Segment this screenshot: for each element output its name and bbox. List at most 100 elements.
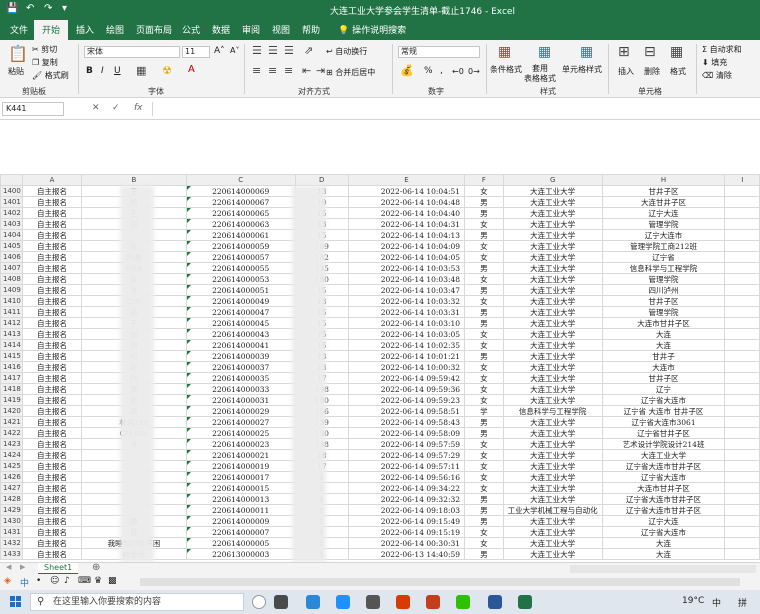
cell-gender[interactable]: 女 — [464, 185, 504, 197]
row-header[interactable]: 1433 — [0, 548, 23, 560]
cell-empty[interactable] — [724, 405, 760, 417]
cell-id[interactable]: 220614000069 — [185, 185, 296, 197]
cell-time[interactable]: 2022-06-14 09:57:11 — [347, 460, 466, 472]
column-header[interactable]: F — [464, 174, 504, 186]
format-cells-icon[interactable]: ▦ — [670, 44, 683, 60]
cell-gender[interactable]: 男 — [464, 207, 504, 219]
ime-logo-icon[interactable]: ◈ — [4, 576, 11, 586]
cut-button[interactable]: ✂ 剪切 — [32, 44, 57, 55]
cell-address[interactable]: 甘井子区 — [601, 185, 726, 197]
row-header[interactable]: 1425 — [0, 460, 23, 472]
cell-time[interactable]: 2022-06-14 10:03:05 — [347, 328, 466, 340]
column-header[interactable]: A — [21, 174, 83, 186]
cell-empty[interactable] — [724, 537, 760, 549]
cell-school[interactable]: 大连工业大学 — [502, 207, 603, 219]
cell-school[interactable]: 大连工业大学 — [502, 372, 603, 384]
cell-id[interactable]: 220614000045 — [185, 317, 296, 329]
cell-empty[interactable] — [724, 273, 760, 285]
cell-school[interactable]: 大连工业大学 — [502, 526, 603, 538]
cell-id[interactable]: 220614000049 — [185, 295, 296, 307]
cell-school[interactable]: 大连工业大学 — [502, 295, 603, 307]
autosum-button[interactable]: Σ 自动求和 — [702, 44, 742, 55]
column-header[interactable]: C — [185, 174, 296, 186]
edge-icon[interactable] — [306, 595, 320, 609]
cell-id[interactable]: 220614000067 — [185, 196, 296, 208]
cell-gender[interactable]: 男 — [464, 284, 504, 296]
cell-id[interactable]: 220614000029 — [185, 405, 296, 417]
cell-empty[interactable] — [724, 306, 760, 318]
cell-school[interactable]: 大连工业大学 — [502, 383, 603, 395]
align-middle-icon[interactable]: ☰ — [268, 44, 278, 57]
name-box[interactable]: K441 — [2, 102, 64, 116]
format-as-table-icon[interactable]: ▦ — [538, 44, 551, 60]
cell-school[interactable]: 大连工业大学 — [502, 284, 603, 296]
cell-gender[interactable]: 女 — [464, 438, 504, 450]
cell-time[interactable]: 2022-06-14 10:04:40 — [347, 207, 466, 219]
row-header[interactable]: 1417 — [0, 372, 23, 384]
cell-gender[interactable]: 男 — [464, 504, 504, 516]
cell-id[interactable]: 220614000055 — [185, 262, 296, 274]
cell-time[interactable]: 2022-06-14 10:04:05 — [347, 251, 466, 263]
row-header[interactable]: 1406 — [0, 251, 23, 263]
cortana-icon[interactable] — [252, 595, 266, 609]
cell-time[interactable]: 2022-06-14 09:58:09 — [347, 427, 466, 439]
cell-gender[interactable]: 男 — [464, 229, 504, 241]
row-header[interactable]: 1421 — [0, 416, 23, 428]
cell-source[interactable]: 自主报名 — [21, 251, 83, 263]
row-header[interactable]: 1430 — [0, 515, 23, 527]
app-icon[interactable] — [396, 595, 410, 609]
font-size-select[interactable]: 11 — [182, 46, 210, 58]
format-cells-button[interactable]: 格式 — [670, 66, 686, 77]
cell-school[interactable]: 大连工业大学 — [502, 196, 603, 208]
insert-cells-button[interactable]: 插入 — [618, 66, 634, 77]
format-painter-button[interactable]: 🖌 格式刷 — [32, 70, 69, 81]
cell-id[interactable]: 220614000015 — [185, 482, 296, 494]
powerpoint-icon[interactable] — [426, 595, 440, 609]
paste-button[interactable]: 粘贴 — [8, 66, 24, 77]
cell-empty[interactable] — [724, 185, 760, 197]
cell-empty[interactable] — [724, 515, 760, 527]
cell-school[interactable]: 大连工业大学 — [502, 240, 603, 252]
cell-gender[interactable]: 女 — [464, 218, 504, 230]
cell-id[interactable]: 220614000035 — [185, 372, 296, 384]
column-header[interactable]: G — [502, 174, 603, 186]
add-sheet-icon[interactable]: ⊕ — [92, 562, 100, 573]
cell-source[interactable]: 自主报名 — [21, 262, 83, 274]
cell-school[interactable]: 大连工业大学 — [502, 493, 603, 505]
cell-source[interactable]: 自主报名 — [21, 460, 83, 472]
cell-source[interactable]: 自主报名 — [21, 449, 83, 461]
cell-gender[interactable]: 男 — [464, 493, 504, 505]
cell-address[interactable]: 大连市 — [601, 361, 726, 373]
enter-icon[interactable]: ✓ — [112, 103, 120, 113]
cell-time[interactable]: 2022-06-14 10:03:10 — [347, 317, 466, 329]
task-view-icon[interactable] — [274, 595, 288, 609]
prev-sheet-icon[interactable]: ◀ — [6, 563, 11, 571]
cell-address[interactable]: 辽宁省 — [601, 251, 726, 263]
cell-id[interactable]: 220614000057 — [185, 251, 296, 263]
cell-id[interactable]: 220614000017 — [185, 471, 296, 483]
cell-empty[interactable] — [724, 372, 760, 384]
redo-icon[interactable]: ↷ — [44, 3, 52, 14]
tray-ime[interactable]: 拼 — [738, 596, 747, 609]
row-header[interactable]: 1428 — [0, 493, 23, 505]
cell-time[interactable]: 2022-06-14 09:57:29 — [347, 449, 466, 461]
cell-empty[interactable] — [724, 460, 760, 472]
cell-address[interactable]: 甘井子区 — [601, 372, 726, 384]
accounting-format-icon[interactable]: 💰 — [400, 64, 414, 77]
cell-id[interactable]: 220614000033 — [185, 383, 296, 395]
row-header[interactable]: 1429 — [0, 504, 23, 516]
cell-empty[interactable] — [724, 207, 760, 219]
cell-gender[interactable]: 女 — [464, 526, 504, 538]
cell-source[interactable]: 自主报名 — [21, 306, 83, 318]
cell-empty[interactable] — [724, 251, 760, 263]
cell-id[interactable]: 220614000037 — [185, 361, 296, 373]
cell-id[interactable]: 220614000023 — [185, 438, 296, 450]
folder-icon[interactable] — [366, 595, 380, 609]
cell-id[interactable]: 220613000003 — [185, 548, 296, 560]
cell-school[interactable]: 大连工业大学 — [502, 317, 603, 329]
cell-address[interactable]: 大连 — [601, 339, 726, 351]
cell-gender[interactable]: 女 — [464, 339, 504, 351]
cell-empty[interactable] — [724, 427, 760, 439]
cell-address[interactable]: 辽宁大连市 — [601, 229, 726, 241]
spreadsheet-grid[interactable]: A B C D E F G H I 1400自主报名于2206140000691… — [0, 174, 760, 562]
